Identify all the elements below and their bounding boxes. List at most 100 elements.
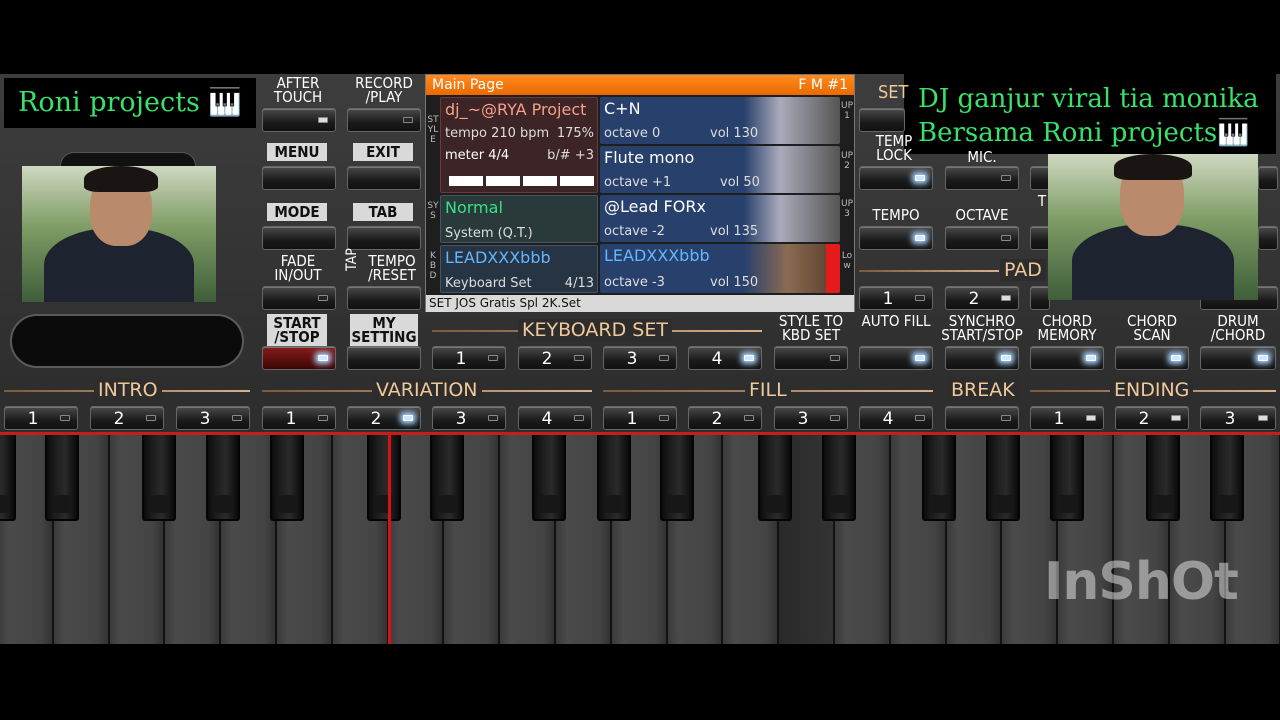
extra-button-c[interactable] <box>1258 166 1278 190</box>
led-indicator <box>1001 295 1011 301</box>
transpose-value: b/# +3 <box>547 148 594 163</box>
my-setting-label: MY SETTING <box>350 314 418 346</box>
octave-label: OCTAVE <box>955 206 1009 224</box>
button-number: 1 <box>27 409 39 429</box>
black-key[interactable] <box>270 435 304 521</box>
variation-button-2[interactable]: 2 <box>347 406 421 430</box>
drum-chord-button[interactable] <box>1200 346 1276 370</box>
button-number: 2 <box>711 409 723 429</box>
pad-button-1[interactable]: 1 <box>859 286 933 310</box>
start-stop-button[interactable] <box>262 346 336 370</box>
intro-button-2[interactable]: 2 <box>90 406 164 430</box>
black-key[interactable] <box>922 435 956 521</box>
black-key[interactable] <box>1146 435 1180 521</box>
record-play-label: RECORD /PLAY <box>355 74 413 106</box>
black-key[interactable] <box>822 435 856 521</box>
auto-fill-button[interactable] <box>859 346 933 370</box>
fill-button-3[interactable]: 3 <box>774 406 848 430</box>
black-key[interactable] <box>532 435 566 521</box>
fill-button-4[interactable]: 4 <box>859 406 933 430</box>
keyboard-set-button-4[interactable]: 4 <box>688 346 762 370</box>
variation-button-1[interactable]: 1 <box>262 406 336 430</box>
pad-button-3[interactable] <box>1030 286 1050 310</box>
variation-button-3[interactable]: 3 <box>432 406 506 430</box>
pad-button-2[interactable]: 2 <box>945 286 1019 310</box>
black-key[interactable] <box>758 435 792 521</box>
button-number: 3 <box>626 349 638 369</box>
style-to-kbd-button[interactable] <box>774 346 848 370</box>
black-key[interactable] <box>597 435 631 521</box>
my-setting-button[interactable] <box>347 346 421 370</box>
after-touch-button[interactable] <box>262 108 336 132</box>
touchpad-area[interactable] <box>10 314 244 368</box>
ending-button-3[interactable]: 3 <box>1200 406 1276 430</box>
exit-button[interactable] <box>347 166 421 190</box>
piano-keyboard[interactable] <box>0 432 1280 644</box>
fill-button-1[interactable]: 1 <box>603 406 677 430</box>
auto-fill-label: AUTO FILL <box>861 312 931 330</box>
chord-scan-button[interactable] <box>1115 346 1189 370</box>
black-key[interactable] <box>142 435 176 521</box>
part-up3-cell[interactable]: @Lead FORx octave -2 vol 135 <box>600 195 840 242</box>
record-play-button[interactable] <box>347 108 421 132</box>
left-title-overlay: Roni projects 🎹 <box>4 78 256 128</box>
black-key[interactable] <box>367 435 401 521</box>
black-key[interactable] <box>430 435 464 521</box>
variation-title: VARIATION <box>372 379 482 401</box>
black-key[interactable] <box>660 435 694 521</box>
ending-button-1[interactable]: 1 <box>1030 406 1104 430</box>
tap-tempo-button[interactable] <box>347 286 421 310</box>
tab-button[interactable] <box>347 226 421 250</box>
mic-button[interactable] <box>945 166 1019 190</box>
extra-button-a[interactable] <box>1030 166 1050 190</box>
keyboard-set-count: 4/13 <box>564 276 594 291</box>
button-number: 1 <box>455 349 467 369</box>
chord-memory-button[interactable] <box>1030 346 1104 370</box>
exit-label: EXIT <box>353 143 413 161</box>
keyboard-set-button-2[interactable]: 2 <box>518 346 592 370</box>
part-up2-cell[interactable]: Flute mono octave +1 vol 50 <box>600 146 840 193</box>
black-key[interactable] <box>206 435 240 521</box>
fade-button[interactable] <box>262 286 336 310</box>
playback-cursor <box>388 435 391 644</box>
beat-bar-3 <box>523 176 557 186</box>
break-button[interactable] <box>945 406 1019 430</box>
intro-button-3[interactable]: 3 <box>176 406 250 430</box>
part-up1-cell[interactable]: C+N octave 0 vol 130 <box>600 97 840 144</box>
section-line <box>859 270 999 272</box>
keyboard-set-button-3[interactable]: 3 <box>603 346 677 370</box>
black-key[interactable] <box>45 435 79 521</box>
temp-lock-button[interactable] <box>859 166 933 190</box>
mode-button[interactable] <box>262 226 336 250</box>
keyboard-set-cell[interactable]: LEADXXXbbb Keyboard Set 4/13 <box>440 245 598 293</box>
black-key[interactable] <box>0 435 16 521</box>
led-indicator <box>488 355 498 361</box>
led-indicator <box>146 415 156 421</box>
right-title-overlay: DJ ganjur viral tia monika Bersama Roni … <box>904 74 1276 154</box>
system-cell[interactable]: Normal System (Q.T.) <box>440 195 598 243</box>
extra-button-b[interactable] <box>1030 226 1050 250</box>
after-touch-label: AFTER TOUCH <box>273 74 323 106</box>
led-indicator <box>403 415 413 421</box>
black-key[interactable] <box>1210 435 1244 521</box>
tempo-button[interactable] <box>859 226 933 250</box>
led-indicator <box>744 415 754 421</box>
black-key[interactable] <box>1050 435 1084 521</box>
variation-button-4[interactable]: 4 <box>518 406 592 430</box>
led-indicator <box>1171 415 1181 421</box>
ending-button-2[interactable]: 2 <box>1115 406 1189 430</box>
part-low-cell[interactable]: LEADXXXbbb octave -3 vol 150 <box>600 244 840 293</box>
set-button[interactable] <box>859 108 905 132</box>
intro-button-1[interactable]: 1 <box>4 406 78 430</box>
octave-button[interactable] <box>945 226 1019 250</box>
menu-button[interactable] <box>262 166 336 190</box>
style-cell[interactable]: dj_~@RYA Project tempo 210 bpm 175% mete… <box>440 97 598 193</box>
chord-memory-label: CHORD MEMORY <box>1037 312 1097 344</box>
fill-button-2[interactable]: 2 <box>688 406 762 430</box>
extra-button-d[interactable] <box>1258 226 1278 250</box>
part-octave: octave 0 <box>604 126 661 141</box>
black-key[interactable] <box>986 435 1020 521</box>
keyboard-set-button-1[interactable]: 1 <box>432 346 506 370</box>
synchro-button[interactable] <box>945 346 1019 370</box>
button-number: 2 <box>113 409 125 429</box>
